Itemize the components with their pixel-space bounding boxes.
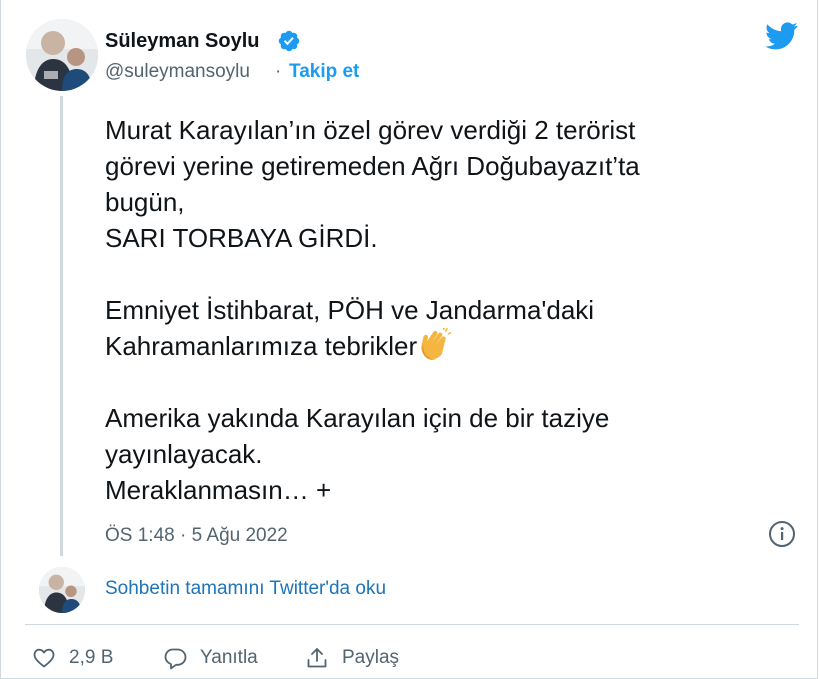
verified-badge-icon	[278, 30, 300, 52]
tweet-line: Kahramanlarımıza tebrikler	[105, 328, 785, 364]
tweet-line: Emniyet İstihbarat, PÖH ve Jandarma'daki	[105, 295, 595, 325]
reply-bubble-icon	[164, 648, 187, 670]
tweet-line: yayınlayacak.	[105, 439, 263, 469]
author-handle[interactable]: @suleymansoylu	[105, 61, 250, 83]
tweet-line: bugün,	[105, 187, 185, 217]
divider	[25, 624, 799, 625]
tweet-line: SARI TORBAYA GİRDİ.	[105, 223, 378, 253]
tweet-line: görevi yerine getiremeden Ağrı Doğubayaz…	[105, 151, 640, 181]
author-avatar[interactable]	[26, 19, 98, 91]
tweet-card: Süleyman Soylu @suleymansoylu · Takip et…	[0, 0, 818, 679]
heart-icon	[33, 648, 55, 668]
tweet-line: Murat Karayılan’ın özel görev verdiği 2 …	[105, 115, 636, 145]
tweet-line: Meraklanmasın… +	[105, 475, 332, 505]
tweet-text: Murat Karayılan’ın özel görev verdiği 2 …	[105, 112, 785, 508]
tweet-blank-line	[105, 256, 785, 292]
share-upload-icon	[307, 648, 327, 668]
like-button[interactable]: 2,9 B	[32, 645, 113, 671]
tweet-line-text: Kahramanlarımıza tebrikler	[105, 331, 418, 361]
share-button[interactable]: Paylaş	[305, 645, 399, 671]
avatar-photo	[39, 567, 85, 613]
follow-link[interactable]: Takip et	[289, 61, 359, 83]
clapping-hands-icon	[421, 328, 452, 360]
like-count: 2,9 B	[69, 647, 114, 668]
separator-dot: ·	[275, 61, 282, 82]
tweet-timestamp[interactable]: ÖS 1:48 · 5 Ağu 2022	[105, 525, 288, 547]
reply-label: Yanıtla	[200, 647, 258, 668]
read-conversation-link[interactable]: Sohbetin tamamını Twitter'da oku	[105, 578, 386, 600]
author-avatar-small[interactable]	[39, 567, 85, 613]
tweet-line: Amerika yakında Karayılan için de bir ta…	[105, 403, 610, 433]
author-name[interactable]: Süleyman Soylu	[105, 30, 260, 53]
reply-button[interactable]: Yanıtla	[163, 645, 258, 671]
thread-line	[60, 96, 63, 556]
info-icon[interactable]	[767, 519, 797, 549]
avatar-photo	[26, 19, 98, 91]
tweet-blank-line	[105, 364, 785, 400]
share-label: Paylaş	[342, 647, 400, 668]
twitter-bird-icon[interactable]	[765, 22, 798, 50]
